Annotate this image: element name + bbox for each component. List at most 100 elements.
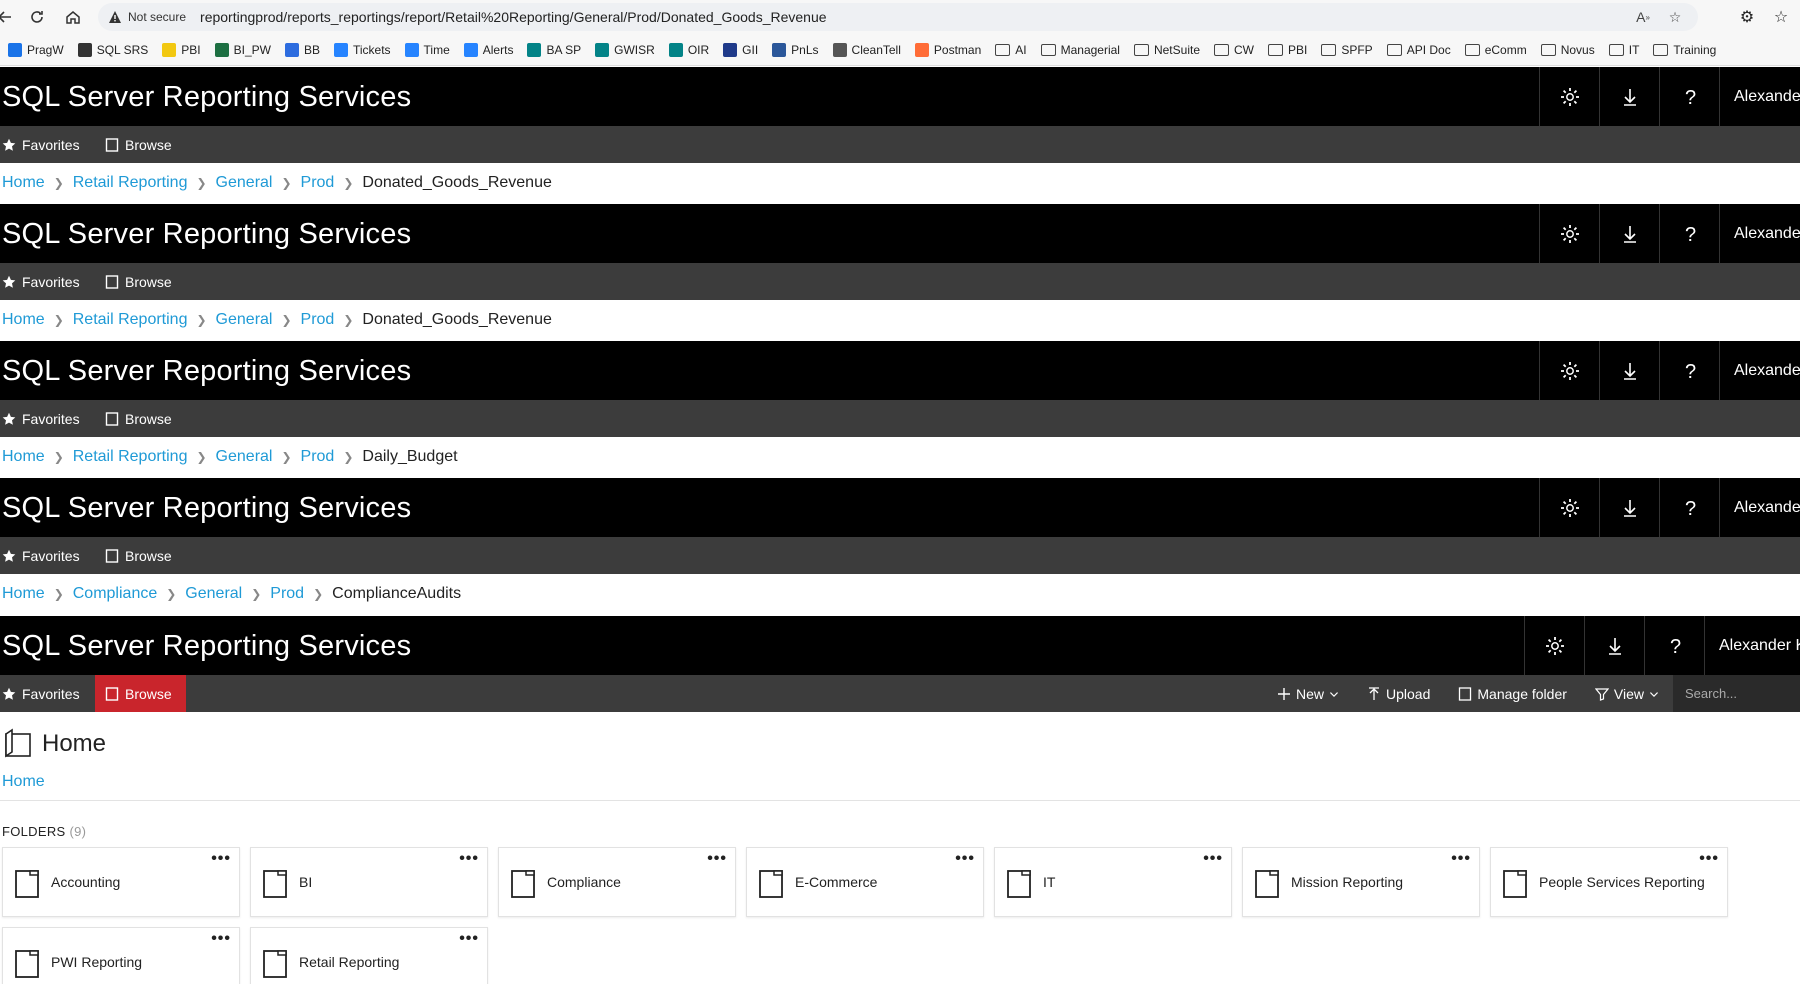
bookmark-item[interactable]: SQL SRS bbox=[72, 38, 155, 62]
breadcrumb-link[interactable]: General bbox=[216, 448, 273, 466]
breadcrumb-link[interactable]: Prod bbox=[301, 174, 335, 192]
search-input[interactable]: Search... bbox=[1673, 675, 1800, 712]
security-indicator[interactable]: Not secure bbox=[108, 10, 186, 24]
back-icon[interactable] bbox=[0, 2, 20, 32]
user-menu[interactable]: Alexander K bbox=[1704, 616, 1800, 676]
download-icon[interactable] bbox=[1599, 478, 1659, 538]
folder-tile[interactable]: People Services Reporting ••• bbox=[1490, 847, 1728, 917]
bookmark-item[interactable]: CleanTell bbox=[827, 38, 907, 62]
url-text[interactable]: reportingprod/reports_reportings/report/… bbox=[200, 9, 827, 25]
settings-gear-icon[interactable] bbox=[1539, 204, 1599, 264]
address-bar[interactable]: Not secure reportingprod/reports_reporti… bbox=[98, 3, 1698, 31]
bookmark-item[interactable]: PragW bbox=[2, 38, 70, 62]
help-icon[interactable]: ? bbox=[1659, 478, 1719, 538]
nav-browse[interactable]: Browse bbox=[103, 400, 180, 437]
download-icon[interactable] bbox=[1599, 341, 1659, 401]
favorites-bar-icon[interactable]: ☆ bbox=[1766, 7, 1796, 27]
home-icon[interactable] bbox=[58, 2, 88, 32]
bookmark-item[interactable]: Tickets bbox=[328, 38, 397, 62]
bookmark-item[interactable]: OIR bbox=[663, 38, 715, 62]
more-options-icon[interactable]: ••• bbox=[459, 930, 479, 948]
breadcrumb-link[interactable]: Compliance bbox=[73, 585, 157, 603]
app-title[interactable]: SQL Server Reporting Services bbox=[2, 355, 411, 388]
bookmark-item[interactable]: NetSuite bbox=[1128, 38, 1206, 62]
folder-tile[interactable]: PWI Reporting ••• bbox=[2, 927, 240, 984]
nav-favorites[interactable]: Favorites bbox=[0, 537, 88, 574]
bookmark-item[interactable]: IT bbox=[1603, 38, 1646, 62]
user-menu[interactable]: Alexande bbox=[1719, 67, 1800, 127]
breadcrumb-link[interactable]: Home bbox=[2, 174, 45, 192]
bookmark-item[interactable]: GWISR bbox=[589, 38, 661, 62]
reload-icon[interactable] bbox=[22, 2, 52, 32]
bookmark-item[interactable]: BB bbox=[279, 38, 326, 62]
upload-button[interactable]: Upload bbox=[1353, 675, 1444, 712]
breadcrumb-link[interactable]: Home bbox=[2, 585, 45, 603]
bookmark-item[interactable]: PnLs bbox=[766, 38, 824, 62]
more-options-icon[interactable]: ••• bbox=[211, 930, 231, 948]
app-title[interactable]: SQL Server Reporting Services bbox=[2, 492, 411, 525]
breadcrumb-link[interactable]: Home bbox=[2, 448, 45, 466]
breadcrumb-link[interactable]: Home bbox=[2, 311, 45, 329]
folder-tile[interactable]: BI ••• bbox=[250, 847, 488, 917]
more-options-icon[interactable]: ••• bbox=[1451, 850, 1471, 868]
breadcrumb-link[interactable]: Retail Reporting bbox=[73, 448, 188, 466]
folder-tile[interactable]: Accounting ••• bbox=[2, 847, 240, 917]
nav-favorites[interactable]: Favorites bbox=[0, 675, 88, 712]
more-options-icon[interactable]: ••• bbox=[211, 850, 231, 868]
bookmark-item[interactable]: Novus bbox=[1535, 38, 1601, 62]
bookmark-item[interactable]: BA SP bbox=[521, 38, 587, 62]
breadcrumb-link[interactable]: Prod bbox=[301, 311, 335, 329]
settings-gear-icon[interactable] bbox=[1539, 478, 1599, 538]
breadcrumb-link[interactable]: General bbox=[216, 174, 273, 192]
app-title[interactable]: SQL Server Reporting Services bbox=[2, 81, 411, 114]
bookmark-item[interactable]: CW bbox=[1208, 38, 1260, 62]
home-breadcrumb-link[interactable]: Home bbox=[2, 773, 45, 791]
download-icon[interactable] bbox=[1599, 204, 1659, 264]
folder-tile[interactable]: Retail Reporting ••• bbox=[250, 927, 488, 984]
nav-favorites[interactable]: Favorites bbox=[0, 126, 88, 163]
bookmark-item[interactable]: Training bbox=[1647, 38, 1722, 62]
more-options-icon[interactable]: ••• bbox=[459, 850, 479, 868]
manage-folder-button[interactable]: Manage folder bbox=[1444, 675, 1581, 712]
breadcrumb-link[interactable]: Retail Reporting bbox=[73, 311, 188, 329]
nav-browse[interactable]: Browse bbox=[103, 126, 180, 163]
help-icon[interactable]: ? bbox=[1659, 67, 1719, 127]
bookmark-item[interactable]: eComm bbox=[1459, 38, 1533, 62]
folder-tile[interactable]: Mission Reporting ••• bbox=[1242, 847, 1480, 917]
settings-gear-icon[interactable] bbox=[1524, 616, 1584, 676]
breadcrumb-link[interactable]: Retail Reporting bbox=[73, 174, 188, 192]
settings-gear-icon[interactable] bbox=[1539, 67, 1599, 127]
bookmark-item[interactable]: Managerial bbox=[1035, 38, 1126, 62]
nav-favorites[interactable]: Favorites bbox=[0, 400, 88, 437]
breadcrumb-link[interactable]: General bbox=[185, 585, 242, 603]
more-options-icon[interactable]: ••• bbox=[1699, 850, 1719, 868]
breadcrumb-link[interactable]: General bbox=[216, 311, 273, 329]
bookmark-item[interactable]: Alerts bbox=[458, 38, 520, 62]
download-icon[interactable] bbox=[1599, 67, 1659, 127]
bookmark-item[interactable]: SPFP bbox=[1315, 38, 1378, 62]
more-options-icon[interactable]: ••• bbox=[707, 850, 727, 868]
breadcrumb-link[interactable]: Prod bbox=[301, 448, 335, 466]
settings-gear-icon[interactable] bbox=[1539, 341, 1599, 401]
help-icon[interactable]: ? bbox=[1659, 341, 1719, 401]
help-icon[interactable]: ? bbox=[1644, 616, 1704, 676]
bookmark-item[interactable]: PBI bbox=[1262, 38, 1313, 62]
app-title[interactable]: SQL Server Reporting Services bbox=[2, 630, 411, 663]
bookmark-item[interactable]: PBI bbox=[156, 38, 206, 62]
bookmark-item[interactable]: GII bbox=[717, 38, 764, 62]
help-icon[interactable]: ? bbox=[1659, 204, 1719, 264]
nav-browse[interactable]: Browse bbox=[103, 537, 180, 574]
nav-browse[interactable]: Browse bbox=[103, 263, 180, 300]
more-options-icon[interactable]: ••• bbox=[955, 850, 975, 868]
bookmark-item[interactable]: Time bbox=[399, 38, 456, 62]
folder-tile[interactable]: Compliance ••• bbox=[498, 847, 736, 917]
view-button[interactable]: View bbox=[1581, 675, 1673, 712]
read-aloud-icon[interactable]: A» bbox=[1634, 8, 1652, 26]
breadcrumb-link[interactable]: Prod bbox=[270, 585, 304, 603]
download-icon[interactable] bbox=[1584, 616, 1644, 676]
more-options-icon[interactable]: ••• bbox=[1203, 850, 1223, 868]
bookmark-item[interactable]: Postman bbox=[909, 38, 987, 62]
folder-tile[interactable]: E-Commerce ••• bbox=[746, 847, 984, 917]
user-menu[interactable]: Alexande bbox=[1719, 478, 1800, 538]
folder-tile[interactable]: IT ••• bbox=[994, 847, 1232, 917]
